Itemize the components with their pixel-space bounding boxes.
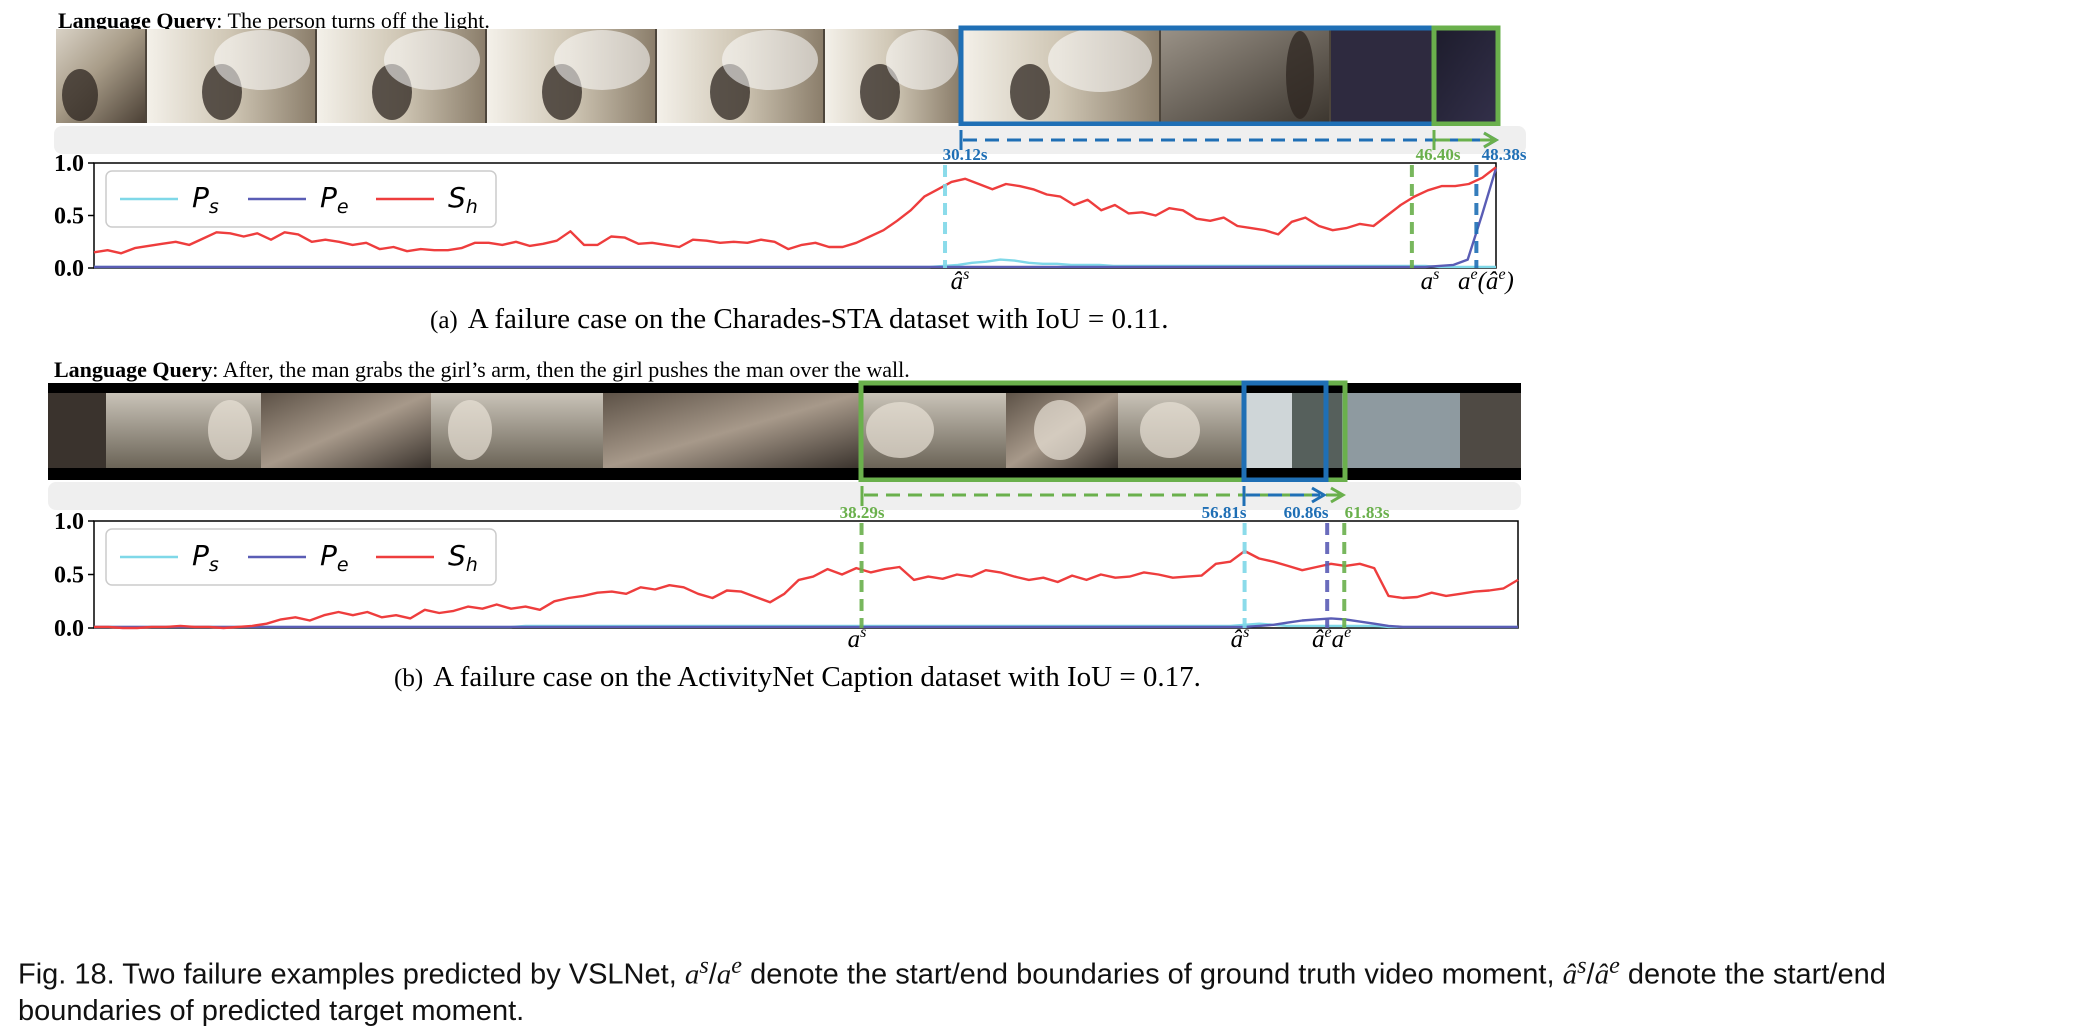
- panel-b-marker-end: âeae: [1312, 624, 1351, 653]
- figure: Language Query: The person turns off the…: [48, 8, 1527, 693]
- panel-b-subcaption: (b) A failure case on the ActivityNet Cap…: [394, 661, 1201, 693]
- panel-a-time-end: 48.38s: [1482, 145, 1527, 164]
- panel-a-subcaption: (a) A failure case on the Charades-STA da…: [430, 303, 1168, 335]
- panel-b-ytick-label: 1.0: [54, 509, 84, 535]
- figure-caption: Fig. 18. Two failure examples predicted …: [18, 952, 1886, 1027]
- panel-b-plot: 0.0 0.5 1.0 Ps Pe Sh: [54, 509, 1519, 642]
- panel-b-time-gt-start: 38.29s: [840, 503, 885, 522]
- panel-b-ytick-label: 0.5: [54, 563, 84, 589]
- panel-b-ytick-label: 0.0: [54, 616, 84, 642]
- panel-a-marker-end: ae(âe): [1458, 266, 1514, 295]
- panel-a-marker-pred-start: âs: [951, 266, 970, 295]
- panel-b-marker-gt-start: as: [848, 624, 867, 653]
- panel-b-query-label: Language Query: [54, 357, 212, 382]
- panel-a-time-pred-start: 30.12s: [943, 145, 988, 164]
- panel-b-query-text: : After, the man grabs the girl’s arm, t…: [212, 357, 909, 382]
- panel-b-time-pred-start: 56.81s: [1202, 503, 1247, 522]
- panel-b-time-gt-end: 61.83s: [1345, 503, 1390, 522]
- panel-b-query: Language Query: After, the man grabs the…: [54, 357, 910, 382]
- panel-b-time-pred-end: 60.86s: [1284, 503, 1329, 522]
- panel-b-frame-strip: [48, 383, 1521, 480]
- panel-a-ytick-label: 0.5: [54, 204, 84, 230]
- panel-b-marker-pred-start: âs: [1231, 624, 1250, 653]
- panel-a-legend: Ps Pe Sh: [105, 170, 497, 228]
- panel-a: Language Query: The person turns off the…: [54, 8, 1527, 335]
- panel-a-ytick-label: 1.0: [54, 151, 84, 177]
- panel-a-marker-gt-start: as: [1421, 266, 1440, 295]
- panel-a-plot: 0.0 0.5 1.0 Ps Pe Sh: [54, 151, 1498, 282]
- panel-a-frame-strip: [56, 28, 1498, 123]
- panel-a-ytick-label: 0.0: [54, 256, 84, 282]
- panel-b: Language Query: After, the man grabs the…: [48, 357, 1521, 693]
- panel-b-legend: Ps Pe Sh: [105, 528, 497, 586]
- panel-a-time-gt-start: 46.40s: [1416, 145, 1461, 164]
